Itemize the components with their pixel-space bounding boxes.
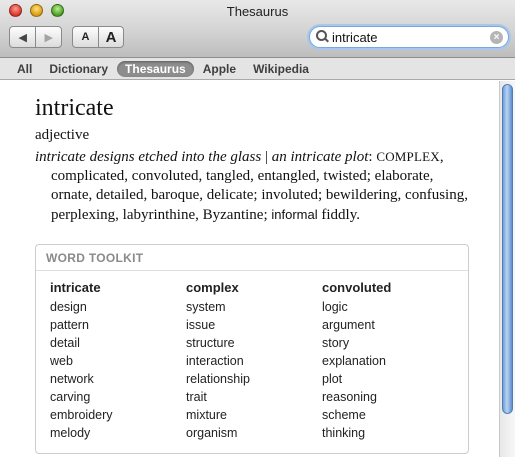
forward-button[interactable]: ▶ — [35, 27, 61, 47]
back-button[interactable]: ◀ — [10, 27, 35, 47]
word-toolkit-heading: WORD TOOLKIT — [36, 245, 468, 271]
clear-search-icon[interactable]: × — [490, 31, 503, 44]
toolkit-word: issue — [186, 318, 216, 332]
toolkit-word: structure — [186, 336, 235, 350]
toolkit-word: system — [186, 300, 226, 314]
toolkit-word: network — [50, 372, 94, 386]
thesaurus-window: Thesaurus ◀ ▶ A A × All Dictionary Thesa… — [0, 0, 515, 457]
toolkit-word: design — [50, 300, 87, 314]
toolkit-column-head: complex — [186, 280, 239, 295]
toolbar: Thesaurus ◀ ▶ A A × — [0, 0, 515, 58]
toolkit-word: embroidery — [50, 408, 113, 422]
toolkit-word: pattern — [50, 318, 89, 332]
scroll-thumb[interactable] — [502, 84, 513, 414]
decrease-font-button[interactable]: A — [73, 27, 98, 47]
core-synonym-link[interactable]: COMPLEX — [376, 149, 440, 164]
toolkit-word: story — [322, 336, 350, 350]
example-phrase: an intricate plot — [271, 149, 369, 165]
tab-wikipedia[interactable]: Wikipedia — [245, 61, 317, 77]
toolkit-column: convoluted logic argument story explanat… — [322, 280, 458, 444]
toolkit-word: carving — [50, 390, 91, 404]
toolkit-word: scheme — [322, 408, 366, 422]
toolkit-word: argument — [322, 318, 375, 332]
toolkit-word: interaction — [186, 354, 244, 368]
informal-synonym: fiddly. — [317, 207, 360, 223]
tab-dictionary[interactable]: Dictionary — [41, 61, 116, 77]
headword: intricate — [35, 95, 114, 121]
toolkit-column-head: convoluted — [322, 280, 392, 295]
toolkit-word: organism — [186, 426, 238, 440]
increase-font-button[interactable]: A — [97, 27, 123, 47]
toolkit-column-head: intricate — [50, 280, 101, 295]
toolkit-column: complex system issue structure interacti… — [186, 280, 322, 444]
part-of-speech: adjective — [35, 127, 90, 143]
toolkit-word: reasoning — [322, 390, 377, 404]
example-separator: | — [261, 149, 272, 165]
register-label: informal — [271, 207, 318, 222]
toolkit-word: thinking — [322, 426, 366, 440]
tab-all[interactable]: All — [9, 61, 40, 77]
tab-thesaurus[interactable]: Thesaurus — [117, 60, 194, 77]
toolkit-word: mixture — [186, 408, 227, 422]
search-field[interactable]: × — [309, 26, 509, 48]
window-title: Thesaurus — [226, 4, 289, 19]
scope-bar: All Dictionary Thesaurus Apple Wikipedia — [0, 58, 515, 80]
sense-definition: intricate designs etched into the glass … — [35, 147, 475, 225]
toolkit-word: web — [50, 354, 73, 368]
word-toolkit: WORD TOOLKIT intricate design pattern de… — [35, 244, 469, 454]
search-input[interactable] — [332, 29, 482, 45]
toolkit-column: intricate design pattern detail web netw… — [50, 280, 186, 444]
toolkit-word: melody — [50, 426, 91, 440]
search-icon — [310, 26, 332, 48]
word-toolkit-columns: intricate design pattern detail web netw… — [50, 280, 458, 444]
entry-content: intricate adjective intricate designs et… — [0, 81, 499, 457]
toolkit-word: explanation — [322, 354, 386, 368]
font-size-control: A A — [72, 26, 124, 48]
tab-apple[interactable]: Apple — [195, 61, 244, 77]
toolkit-word: detail — [50, 336, 80, 350]
thesaurus-entry: intricate adjective intricate designs et… — [35, 94, 475, 225]
toolkit-word: relationship — [186, 372, 250, 386]
vertical-scrollbar[interactable] — [499, 81, 515, 457]
toolkit-word: trait — [186, 390, 207, 404]
toolkit-word: logic — [322, 300, 348, 314]
toolkit-word: plot — [322, 372, 343, 386]
example-phrase: intricate designs etched into the glass — [35, 149, 262, 165]
back-forward-control: ◀ ▶ — [9, 26, 62, 48]
